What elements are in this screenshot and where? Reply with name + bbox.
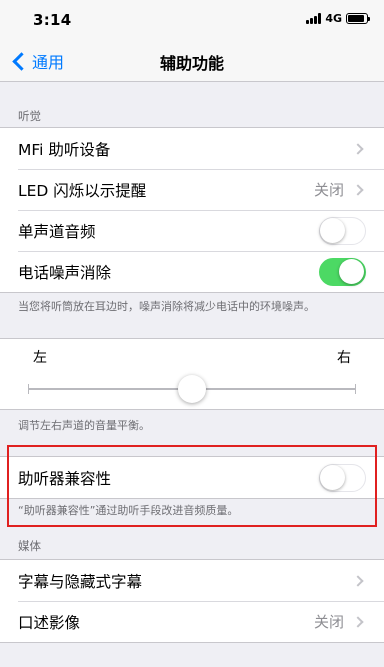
balance-left-label: 左	[33, 350, 47, 366]
chevron-right-icon	[352, 183, 364, 196]
balance-group: 左 右	[0, 338, 384, 410]
section-header-media: 媒体	[18, 539, 41, 553]
section-header-hearing: 听觉	[18, 109, 41, 123]
media-group: 字幕与隐藏式字幕 口述影像 关闭	[0, 559, 384, 643]
status-time: 3:14	[33, 11, 72, 29]
row-mfi-hearing-devices[interactable]: MFi 助听设备	[0, 128, 384, 169]
noise-cancellation-switch[interactable]	[319, 257, 366, 286]
row-label: 电话噪声消除	[18, 263, 112, 282]
row-mono-audio: 单声道音频	[0, 210, 384, 251]
hearing-group: MFi 助听设备 LED 闪烁以示提醒 关闭 单声道音频 电话噪声消除	[0, 127, 384, 293]
balance-right-label: 右	[337, 350, 351, 366]
row-label: 字幕与隐藏式字幕	[18, 572, 143, 591]
row-label: LED 闪烁以示提醒	[18, 181, 147, 200]
status-indicators: 4G	[306, 12, 370, 25]
row-audio-descriptions[interactable]: 口述影像 关闭	[0, 601, 384, 642]
noise-cancellation-footer: 当您将听筒放在耳边时，噪声消除将减少电话中的环境噪声。	[18, 300, 315, 313]
navigation-bar: 通用 辅助功能	[0, 40, 384, 82]
chevron-right-icon	[352, 574, 364, 587]
battery-icon	[346, 13, 370, 24]
balance-footer: 调节左右声道的音量平衡。	[18, 419, 150, 432]
chevron-right-icon	[352, 615, 364, 628]
row-value: 关闭	[313, 181, 344, 199]
hearing-aid-footer: “助听器兼容性”通过助听手段改进音频质量。	[18, 504, 239, 517]
row-label: 助听器兼容性	[18, 469, 112, 488]
row-led-flash[interactable]: LED 闪烁以示提醒 关闭	[0, 169, 384, 210]
row-label: MFi 助听设备	[18, 140, 111, 159]
chevron-right-icon	[352, 142, 364, 155]
hearing-aid-group: 助听器兼容性	[0, 456, 384, 499]
row-phone-noise-cancellation: 电话噪声消除	[0, 251, 384, 292]
row-value: 关闭	[313, 613, 344, 631]
status-bar: 3:14 4G	[0, 0, 384, 40]
row-label: 口述影像	[18, 613, 81, 632]
page-title: 辅助功能	[159, 54, 224, 73]
row-subtitles-captions[interactable]: 字幕与隐藏式字幕	[0, 560, 384, 601]
signal-icon	[306, 13, 322, 24]
hearing-aid-switch[interactable]	[319, 463, 366, 492]
balance-slider[interactable]	[28, 375, 356, 403]
network-type: 4G	[325, 12, 342, 25]
mono-audio-switch[interactable]	[319, 216, 366, 245]
row-hearing-aid-compatibility: 助听器兼容性	[0, 457, 384, 498]
slider-thumb[interactable]	[178, 375, 206, 403]
row-label: 单声道音频	[18, 222, 96, 241]
